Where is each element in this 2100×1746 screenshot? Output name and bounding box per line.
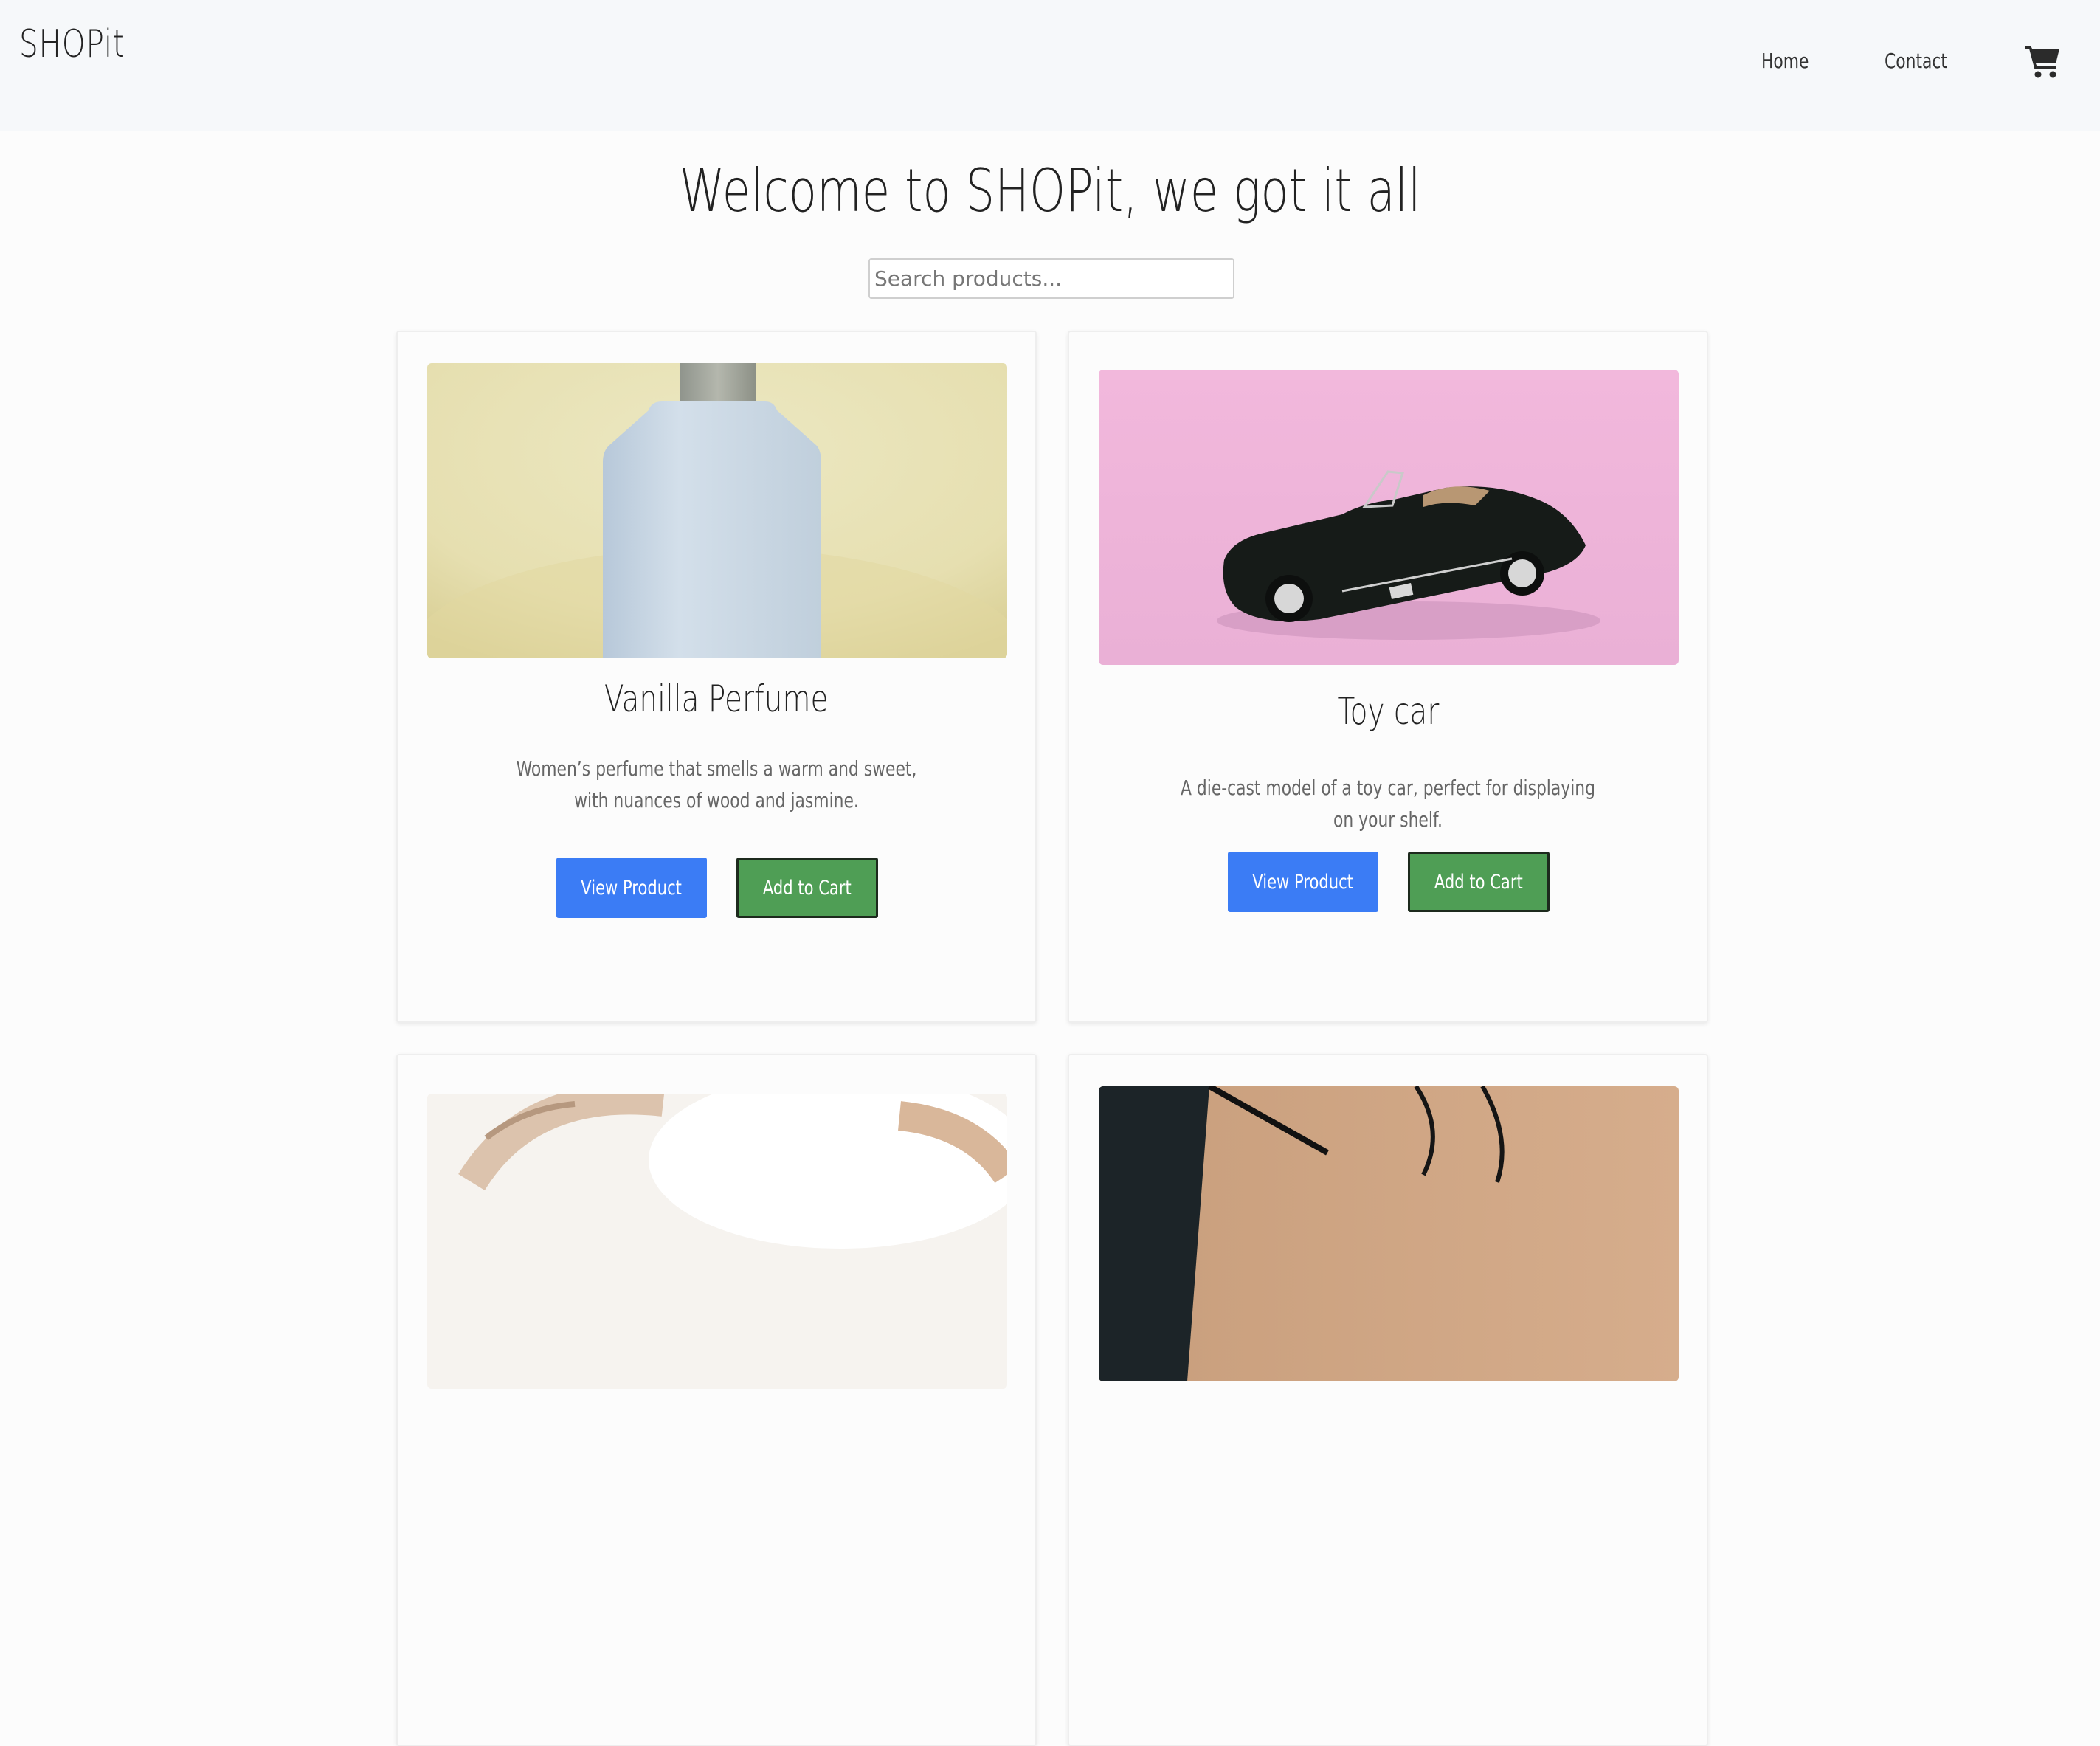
add-to-cart-button[interactable]: Add to Cart: [736, 858, 878, 918]
view-product-label: View Product: [1252, 870, 1354, 894]
nav-link-home[interactable]: Home: [1761, 49, 1809, 73]
product-image-desk[interactable]: [1099, 1086, 1679, 1381]
view-product-button[interactable]: View Product: [556, 858, 707, 918]
add-to-cart-label: Add to Cart: [763, 876, 852, 900]
product-description-text: A die-cast model of a toy car, perfect f…: [1181, 776, 1595, 832]
page-title: Welcome to SHOPit, we got it all: [0, 156, 2100, 225]
product-card: [1068, 1054, 1708, 1746]
product-title: Toy car: [1069, 690, 1707, 733]
product-title: Vanilla Perfume: [398, 677, 1035, 720]
product-card: Toy car A die-cast model of a toy car, p…: [1068, 331, 1708, 1023]
add-to-cart-button[interactable]: Add to Cart: [1408, 852, 1550, 912]
product-image-toy-car[interactable]: [1099, 370, 1679, 665]
navbar: SHOPit Home Contact: [0, 0, 2100, 131]
product-title-text: Toy car: [1337, 690, 1439, 733]
product-image-perfume[interactable]: [427, 363, 1007, 658]
product-image-headphones[interactable]: [427, 1094, 1007, 1389]
shopping-cart-icon[interactable]: [2023, 43, 2062, 80]
add-to-cart-label: Add to Cart: [1434, 870, 1523, 894]
product-card: [396, 1054, 1037, 1746]
product-description: A die-cast model of a toy car, perfect f…: [1113, 772, 1662, 835]
product-title-text: Vanilla Perfume: [604, 677, 829, 720]
product-description-text: Women’s perfume that smells a warm and s…: [516, 756, 917, 812]
product-description: Women’s perfume that smells a warm and s…: [442, 753, 991, 816]
view-product-button[interactable]: View Product: [1228, 852, 1378, 912]
nav-link-contact[interactable]: Contact: [1885, 49, 1947, 73]
search-input[interactable]: [868, 258, 1234, 299]
brand-logo[interactable]: SHOPit: [19, 22, 125, 66]
product-card: Vanilla Perfume Women’s perfume that sme…: [396, 331, 1037, 1023]
view-product-label: View Product: [581, 876, 683, 900]
page-title-text: Welcome to SHOPit, we got it all: [679, 156, 1421, 225]
